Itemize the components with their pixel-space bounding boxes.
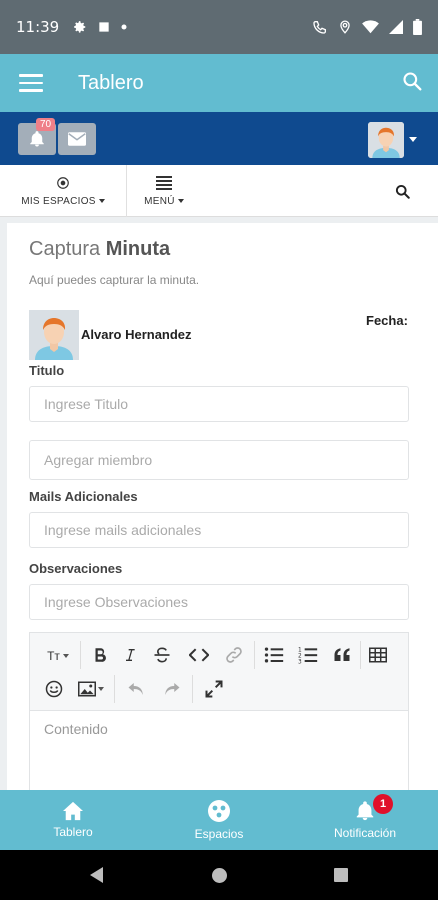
wifi-call-icon xyxy=(313,21,326,34)
font-size-label: Tт xyxy=(47,649,60,663)
bottom-nav-tablero[interactable]: Tablero xyxy=(38,790,108,850)
table-icon[interactable] xyxy=(366,643,390,667)
my-spaces-tab[interactable]: MIS ESPACIOS xyxy=(0,165,126,217)
editor-toolbar: Tт 123 xyxy=(30,633,408,711)
signal-icon xyxy=(389,20,403,34)
add-member-input[interactable] xyxy=(29,440,409,480)
toolbar-separator xyxy=(114,675,115,703)
redo-icon[interactable] xyxy=(160,677,184,701)
title-label: Titulo xyxy=(29,363,65,378)
font-size-button[interactable]: Tт xyxy=(42,645,74,667)
hamburger-menu-icon[interactable] xyxy=(19,74,43,92)
subnav-search-button[interactable] xyxy=(390,165,414,217)
link-icon[interactable] xyxy=(222,643,246,667)
status-time: 11:39 xyxy=(16,18,60,36)
content-editor: Tт 123 Contenido xyxy=(29,632,409,792)
bottom-nav-espacios-label: Espacios xyxy=(194,827,244,841)
home-icon xyxy=(63,801,83,821)
bullet-list-icon[interactable] xyxy=(262,643,286,667)
quote-icon[interactable] xyxy=(330,643,354,667)
home-circle-icon[interactable] xyxy=(212,868,227,883)
svg-text:3: 3 xyxy=(298,659,302,664)
back-icon[interactable] xyxy=(90,867,103,883)
messages-button[interactable] xyxy=(58,123,96,155)
date-label: Fecha: xyxy=(366,313,408,328)
bottom-nav-espacios[interactable]: Espacios xyxy=(180,790,258,850)
search-icon xyxy=(395,184,410,199)
status-bar: 11:39 xyxy=(0,0,438,54)
location-icon xyxy=(340,20,350,34)
recent-apps-icon[interactable] xyxy=(334,868,348,882)
bottom-nav-notificacion-label: Notificación xyxy=(333,826,397,840)
strikethrough-icon[interactable] xyxy=(150,643,174,667)
toolbar-separator xyxy=(254,641,255,669)
notification-badge: 1 xyxy=(373,794,393,814)
emoji-icon[interactable] xyxy=(42,677,66,701)
sim-card-icon xyxy=(97,20,111,34)
caret-down-icon xyxy=(177,199,184,203)
page-title: Captura Minuta xyxy=(29,238,170,261)
italic-icon[interactable] xyxy=(118,643,142,667)
envelope-icon xyxy=(68,132,86,146)
user-avatar[interactable] xyxy=(368,122,404,158)
image-button[interactable] xyxy=(74,677,108,701)
spaces-icon xyxy=(208,800,230,822)
caret-down-icon xyxy=(98,687,104,691)
caret-down-icon xyxy=(62,654,69,658)
bottom-nav-notificacion[interactable]: Notificación xyxy=(322,790,408,850)
wifi-icon xyxy=(362,20,379,34)
code-icon[interactable] xyxy=(186,643,212,667)
target-icon xyxy=(57,176,69,189)
header-toolbar: 70 xyxy=(0,112,438,165)
observations-label: Observaciones xyxy=(29,561,123,576)
toolbar-separator xyxy=(360,641,361,669)
toolbar-separator xyxy=(80,641,81,669)
app-title: Tablero xyxy=(78,71,144,94)
menu-label: MENÚ xyxy=(144,195,175,207)
status-icons xyxy=(312,19,422,35)
notifications-count-badge: 70 xyxy=(36,118,56,131)
bold-icon[interactable] xyxy=(88,643,112,667)
bottom-navigation: Tablero Espacios Notificación 1 xyxy=(0,790,438,850)
title-input[interactable] xyxy=(29,386,409,422)
toolbar-separator xyxy=(192,675,193,703)
fullscreen-icon[interactable] xyxy=(202,677,226,701)
page-title-light: Captura xyxy=(29,238,101,260)
menu-tab[interactable]: MENÚ xyxy=(127,165,201,217)
page-title-bold: Minuta xyxy=(105,238,171,260)
chevron-down-icon[interactable] xyxy=(409,137,417,142)
sub-navigation: MIS ESPACIOS MENÚ xyxy=(0,165,438,217)
dot-icon xyxy=(121,24,127,30)
additional-mails-input[interactable] xyxy=(29,512,409,548)
content-placeholder[interactable]: Contenido xyxy=(44,721,108,737)
list-menu-icon xyxy=(156,175,172,190)
image-icon xyxy=(78,681,96,697)
battery-icon xyxy=(413,19,422,35)
page-subtitle: Aquí puedes capturar la minuta. xyxy=(29,273,200,287)
caret-down-icon xyxy=(98,199,105,203)
observations-input[interactable] xyxy=(29,584,409,620)
my-spaces-label: MIS ESPACIOS xyxy=(21,195,96,207)
bottom-nav-tablero-label: Tablero xyxy=(53,825,93,839)
undo-icon[interactable] xyxy=(124,677,148,701)
settings-gear-icon xyxy=(73,20,87,34)
author-name: Alvaro Hernandez xyxy=(81,327,192,342)
app-bar: Tablero xyxy=(0,54,438,112)
system-navigation-bar xyxy=(0,850,438,900)
numbered-list-icon[interactable]: 123 xyxy=(296,643,320,667)
bell-icon xyxy=(30,131,44,147)
author-avatar xyxy=(29,310,79,360)
search-icon[interactable] xyxy=(402,71,422,96)
additional-mails-label: Mails Adicionales xyxy=(29,489,138,504)
